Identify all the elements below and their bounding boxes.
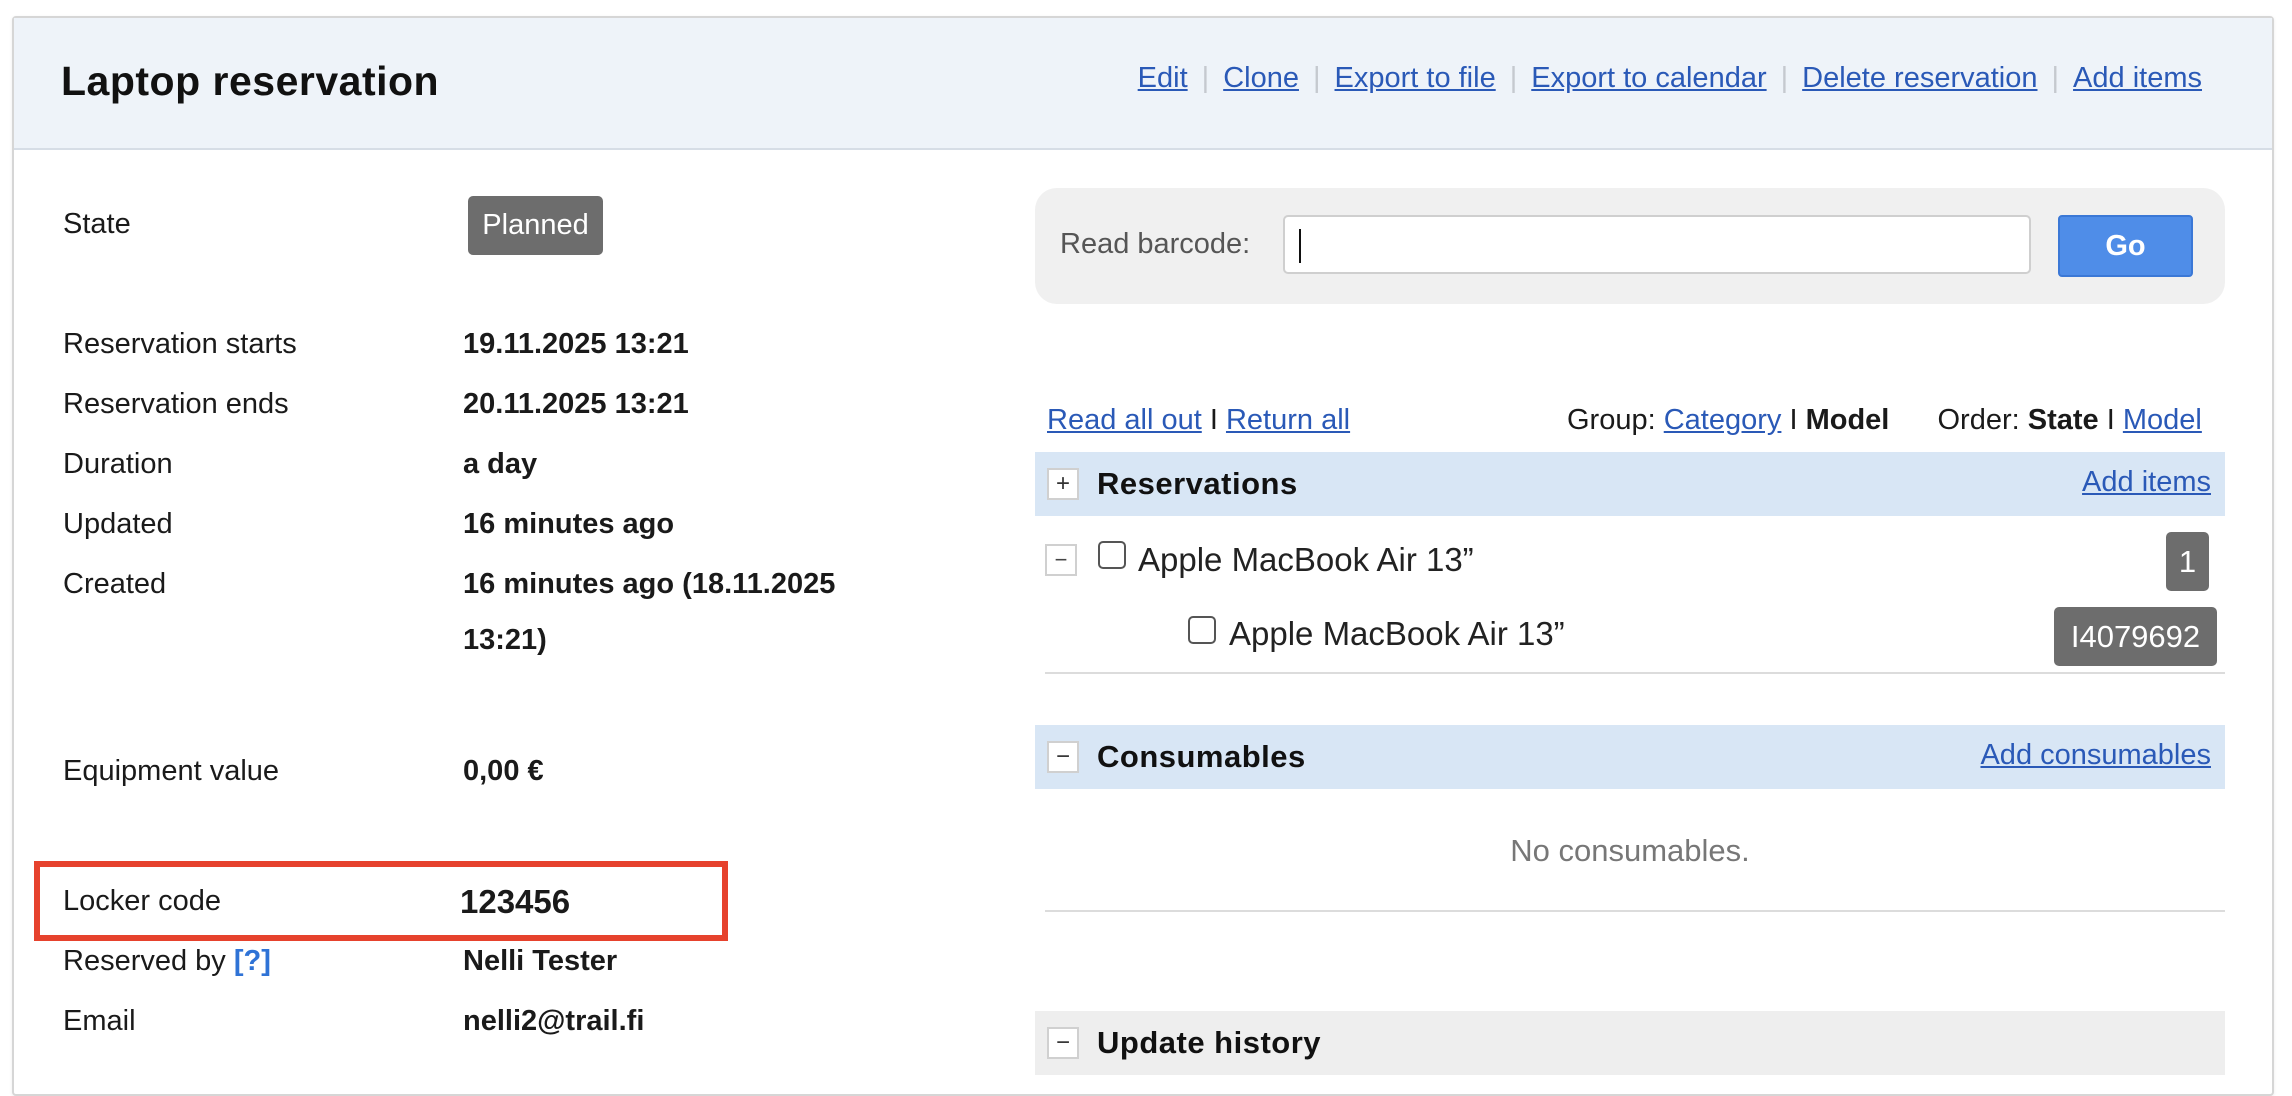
consumables-section-header: − Consumables Add consumables <box>1035 725 2225 789</box>
reserved-by-help-link[interactable]: [?] <box>234 945 271 977</box>
delete-reservation-link[interactable]: Delete reservation <box>1802 62 2037 95</box>
divider-line <box>1045 672 2225 674</box>
divider: I <box>1209 404 1218 436</box>
separator: | <box>1509 62 1518 94</box>
item-code-badge: I4079692 <box>2054 607 2217 666</box>
divider-line <box>1045 910 2225 912</box>
group-checkbox[interactable] <box>1098 541 1126 569</box>
reserved-by-label: Reserved by <box>63 945 226 977</box>
separator: | <box>2051 62 2060 94</box>
order-state-current: State <box>2027 404 2099 436</box>
add-consumables-link[interactable]: Add consumables <box>1980 739 2211 772</box>
add-items-link[interactable]: Add items <box>2073 62 2202 95</box>
divider: I <box>1789 404 1798 436</box>
separator: | <box>1780 62 1789 94</box>
created-value-line2: 13:21) <box>463 624 547 656</box>
reservation-ends-value: 20.11.2025 13:21 <box>463 388 689 420</box>
read-all-out-link[interactable]: Read all out <box>1047 404 1202 436</box>
updated-value: 16 minutes ago <box>463 508 675 540</box>
barcode-label: Read barcode: <box>1060 228 1251 260</box>
group-category-link[interactable]: Category <box>1664 404 1782 436</box>
item-checkbox[interactable] <box>1188 616 1216 644</box>
reserved-by-value: Nelli Tester <box>463 945 618 977</box>
barcode-input[interactable] <box>1283 215 2031 274</box>
no-consumables-message: No consumables. <box>1510 833 1750 868</box>
update-history-section-header: − Update history <box>1035 1011 2225 1075</box>
consumables-title: Consumables <box>1097 739 1306 774</box>
group-order-controls: Group: Category I Model Order: State I M… <box>1567 404 2202 437</box>
group-label: Group: <box>1567 404 1656 436</box>
state-badge: Planned <box>468 196 603 255</box>
created-label: Created <box>63 568 167 600</box>
duration-value: a day <box>463 448 538 480</box>
collapse-toggle[interactable]: − <box>1047 741 1079 773</box>
reservations-section-header: + Reservations Add items <box>1035 452 2225 516</box>
barcode-reader: Read barcode: Go <box>1035 188 2225 304</box>
item-name: Apple MacBook Air 13” <box>1229 615 1565 652</box>
export-to-calendar-link[interactable]: Export to calendar <box>1531 62 1766 95</box>
edit-link[interactable]: Edit <box>1138 62 1188 95</box>
reservation-starts-value: 19.11.2025 13:21 <box>463 328 689 360</box>
locker-code-label: Locker code <box>63 885 221 917</box>
equipment-value: 0,00 € <box>463 755 544 787</box>
model-group-name: Apple MacBook Air 13” <box>1138 541 1474 578</box>
group-model-current: Model <box>1805 404 1890 436</box>
update-history-title: Update history <box>1097 1025 1322 1060</box>
go-button[interactable]: Go <box>2058 215 2193 277</box>
divider: I <box>2106 404 2115 436</box>
return-all-link[interactable]: Return all <box>1226 404 1350 436</box>
text-caret <box>1299 229 1301 263</box>
reservations-add-items-link[interactable]: Add items <box>2082 466 2211 499</box>
separator: | <box>1312 62 1321 94</box>
reservation-ends-label: Reservation ends <box>63 388 289 420</box>
updated-label: Updated <box>63 508 173 540</box>
count-badge: 1 <box>2166 532 2209 591</box>
locker-code-value: 123456 <box>460 883 571 920</box>
order-label: Order: <box>1937 404 2020 436</box>
reservation-starts-label: Reservation starts <box>63 328 297 360</box>
email-label: Email <box>63 1005 136 1037</box>
equipment-value-label: Equipment value <box>63 755 280 787</box>
clone-link[interactable]: Clone <box>1223 62 1299 95</box>
page-title: Laptop reservation <box>61 58 440 104</box>
header-actions: Edit | Clone | Export to file | Export t… <box>1138 62 2202 95</box>
export-to-file-link[interactable]: Export to file <box>1335 62 1496 95</box>
panel-header: Laptop reservation Edit | Clone | Export… <box>14 18 2272 150</box>
collapse-toggle[interactable]: − <box>1045 544 1077 576</box>
expand-toggle[interactable]: + <box>1047 468 1079 500</box>
collapse-toggle[interactable]: − <box>1047 1027 1079 1059</box>
reservations-title: Reservations <box>1097 466 1298 501</box>
order-model-link[interactable]: Model <box>2123 404 2202 436</box>
email-value: nelli2@trail.fi <box>463 1005 645 1037</box>
bulk-actions: Read all out I Return all <box>1047 404 1350 437</box>
reserved-by-label-row: Reserved by [?] <box>63 945 271 978</box>
state-label: State <box>63 208 131 240</box>
duration-label: Duration <box>63 448 173 480</box>
separator: | <box>1201 62 1210 94</box>
created-value-line1: 16 minutes ago (18.11.2025 <box>463 568 836 600</box>
